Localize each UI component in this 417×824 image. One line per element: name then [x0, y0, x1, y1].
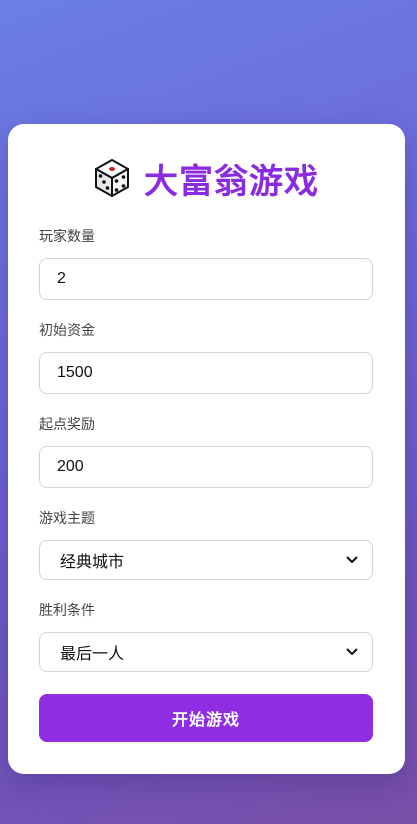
theme-select[interactable]: 经典城市	[39, 540, 373, 580]
theme-selected-value: 经典城市	[60, 552, 125, 571]
win-condition-select[interactable]: 最后一人	[39, 632, 373, 672]
player-count-label: 玩家数量	[39, 229, 95, 245]
win-condition-label: 胜利条件	[39, 603, 95, 619]
start-game-button[interactable]: 开始游戏	[39, 694, 373, 742]
win-condition-field: 胜利条件 最后一人	[39, 602, 373, 672]
initial-funds-label: 初始资金	[39, 323, 95, 339]
player-count-input[interactable]: 2	[39, 258, 373, 300]
player-count-field: 玩家数量 2	[39, 228, 373, 300]
settings-card: 大富翁游戏 玩家数量 2 初始资金 1500 起点奖励 200 游戏主题 经典城…	[8, 124, 405, 774]
dice-icon	[95, 159, 129, 197]
theme-field: 游戏主题 经典城市	[39, 510, 373, 580]
win-condition-selected-value: 最后一人	[60, 644, 125, 663]
page-title: 大富翁游戏	[144, 161, 319, 202]
initial-funds-input[interactable]: 1500	[39, 352, 373, 394]
start-bonus-field: 起点奖励 200	[39, 416, 373, 488]
initial-funds-field: 初始资金 1500	[39, 322, 373, 394]
theme-label: 游戏主题	[39, 511, 95, 527]
chevron-down-icon	[346, 648, 358, 655]
title-row: 大富翁游戏	[8, 152, 405, 204]
start-bonus-input[interactable]: 200	[39, 446, 373, 488]
start-bonus-label: 起点奖励	[39, 417, 95, 433]
chevron-down-icon	[346, 556, 358, 563]
